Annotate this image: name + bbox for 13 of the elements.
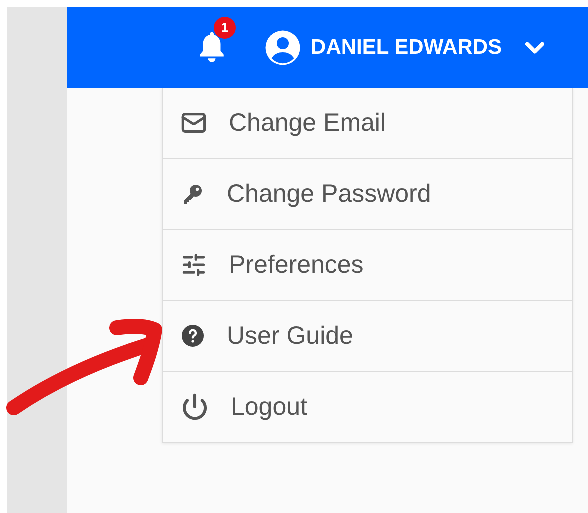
notification-count: 1 xyxy=(214,16,236,38)
menu-item[interactable]: User Guide xyxy=(163,300,572,371)
menu-item[interactable]: Logout xyxy=(163,371,572,442)
power-icon xyxy=(181,393,209,421)
menu-item[interactable]: Change Password xyxy=(163,158,572,229)
help-icon xyxy=(181,324,205,348)
user-icon xyxy=(265,30,302,66)
sliders-icon xyxy=(181,252,207,278)
menu-item[interactable]: Preferences xyxy=(163,229,572,300)
key-icon xyxy=(181,182,205,206)
mail-icon xyxy=(181,110,207,136)
menu-item[interactable]: Change Email xyxy=(163,88,572,158)
user-menu-button[interactable]: DANIEL EDWARDS xyxy=(265,30,550,66)
